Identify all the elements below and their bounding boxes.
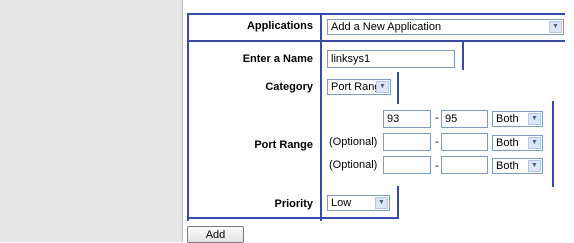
chevron-down-icon[interactable]: ▼ xyxy=(376,81,389,93)
optional-label-2: (Optional) xyxy=(329,136,378,148)
port-right-border xyxy=(552,101,554,187)
category-select[interactable]: Port Range ▼ xyxy=(327,79,391,95)
port-dash-1: - xyxy=(435,112,439,124)
protocol-select-value-2: Both xyxy=(496,137,519,149)
optional-label-3: (Optional) xyxy=(329,159,378,171)
applications-label: Applications xyxy=(246,20,313,32)
port-range-label: Port Range xyxy=(254,139,313,151)
chevron-down-icon[interactable]: ▼ xyxy=(528,160,541,172)
protocol-select-value-1: Both xyxy=(496,113,519,125)
top-border xyxy=(187,13,565,15)
left-border xyxy=(187,13,189,221)
priority-select-value: Low xyxy=(331,197,352,209)
port-start-2[interactable] xyxy=(383,133,431,151)
port-end-2[interactable] xyxy=(441,133,488,151)
applications-select-value: Add a New Application xyxy=(331,21,442,33)
port-dash-3: - xyxy=(435,160,439,172)
category-label: Category xyxy=(265,81,313,93)
applications-select[interactable]: Add a New Application ▼ xyxy=(327,19,564,35)
chevron-down-icon[interactable]: ▼ xyxy=(528,137,541,149)
bottom-border xyxy=(187,217,397,219)
left-sidebar-panel xyxy=(0,0,182,242)
port-dash-2: - xyxy=(435,136,439,148)
port-end-3[interactable] xyxy=(441,156,488,174)
priority-label: Priority xyxy=(274,198,313,210)
priority-select[interactable]: Low ▼ xyxy=(327,195,390,211)
chevron-down-icon[interactable]: ▼ xyxy=(528,113,541,125)
label-column-divider xyxy=(320,13,322,221)
port-end-1[interactable]: 95 xyxy=(441,110,488,128)
priority-right-border xyxy=(397,186,399,219)
port-start-3[interactable] xyxy=(383,156,431,174)
name-label: Enter a Name xyxy=(242,53,313,65)
applications-row-divider xyxy=(187,40,565,42)
chevron-down-icon[interactable]: ▼ xyxy=(375,197,388,209)
protocol-select-value-3: Both xyxy=(496,160,519,172)
protocol-select-1[interactable]: Both ▼ xyxy=(492,111,543,127)
protocol-select-3[interactable]: Both ▼ xyxy=(492,158,543,174)
application-name-input[interactable]: linksys1 xyxy=(327,50,455,68)
add-button[interactable]: Add xyxy=(187,226,244,243)
category-right-border xyxy=(397,72,399,104)
name-right-border xyxy=(462,40,464,70)
port-start-1[interactable]: 93 xyxy=(383,110,431,128)
protocol-select-2[interactable]: Both ▼ xyxy=(492,135,543,151)
chevron-down-icon[interactable]: ▼ xyxy=(549,21,562,33)
